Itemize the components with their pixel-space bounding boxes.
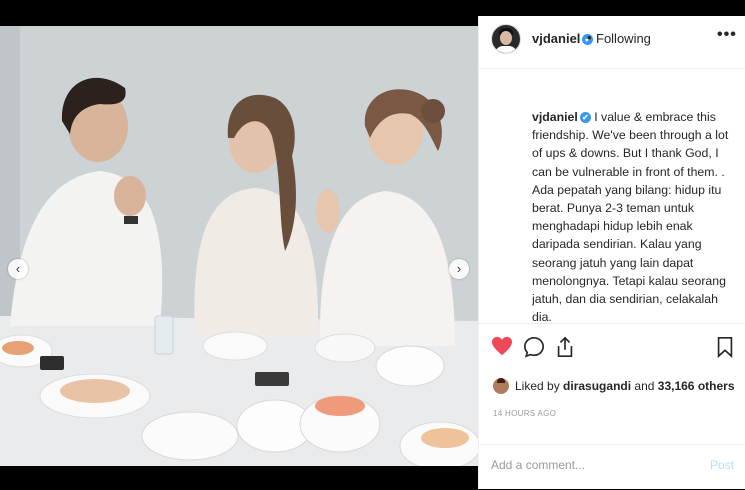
heart-icon[interactable] [491, 336, 513, 361]
likes-summary: Liked by dirasugandi and 33,166 others [493, 378, 735, 394]
caption-username-link[interactable]: vjdaniel ✔ [532, 110, 591, 124]
separator-dot: • [587, 30, 592, 45]
caption-verified-badge-icon: ✔ [579, 112, 591, 123]
post-caption: vjdaniel ✔ I value & embrace this friends… [532, 108, 732, 330]
carousel-next-button[interactable]: › [449, 259, 469, 279]
following-button[interactable]: Following [596, 31, 651, 46]
share-icon[interactable] [555, 336, 575, 363]
comment-input[interactable]: Add a comment... [491, 458, 585, 472]
carousel-prev-button[interactable]: ‹ [8, 259, 28, 279]
likes-count-link[interactable]: 33,166 others [658, 379, 735, 393]
post-header: vjdaniel ✔ • Following ••• [479, 16, 745, 69]
caption-text: I value & embrace this friendship. We've… [532, 110, 729, 325]
username-link[interactable]: vjdaniel ✔ [532, 31, 594, 46]
avatar[interactable] [491, 24, 521, 54]
post-photo[interactable]: ‹ › [0, 26, 478, 466]
post-timestamp[interactable]: 14 HOURS AGO [493, 409, 556, 418]
comment-icon[interactable] [523, 336, 545, 363]
more-options-button[interactable]: ••• [717, 26, 737, 44]
liker-avatar[interactable] [493, 378, 509, 394]
post-comment-button[interactable]: Post [710, 458, 734, 472]
liker-username-link[interactable]: dirasugandi [563, 379, 631, 393]
post-sidebar: vjdaniel ✔ • Following ••• vjdaniel ✔ I va… [478, 16, 745, 489]
bookmark-icon[interactable] [716, 336, 734, 363]
photo-illustration [0, 26, 478, 466]
comment-bar: Add a comment... Post [479, 444, 745, 490]
action-bar [479, 323, 745, 364]
